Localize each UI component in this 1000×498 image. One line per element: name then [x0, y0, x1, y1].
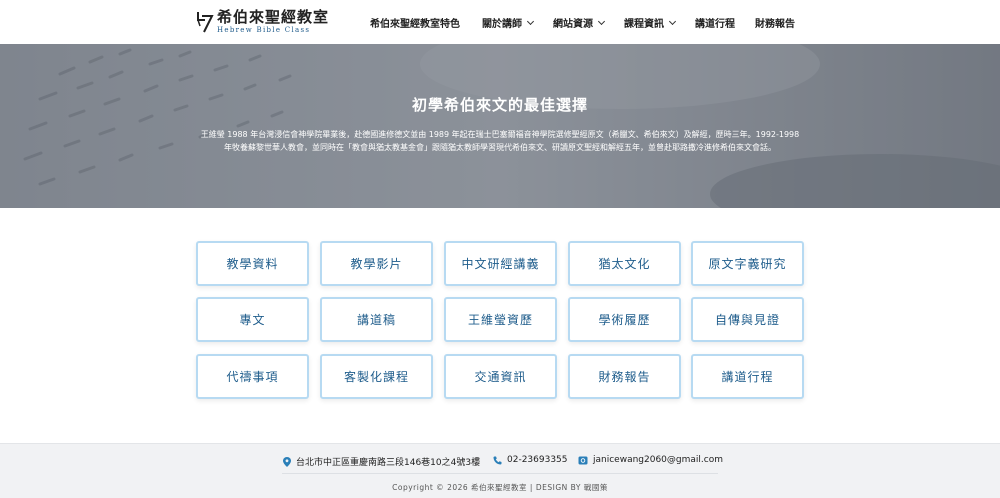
- tile-testimony[interactable]: 自傳與見證: [691, 297, 804, 342]
- tile-jewish-culture[interactable]: 猶太文化: [568, 241, 681, 286]
- tile-sermon-schedule[interactable]: 講道行程: [691, 354, 804, 399]
- footer-email[interactable]: janicewang2060@gmail.com: [578, 455, 723, 465]
- tile-academic-cv[interactable]: 學術履歷: [568, 297, 681, 342]
- tile-sermons[interactable]: 講道稿: [320, 297, 433, 342]
- tile-custom-courses[interactable]: 客製化課程: [320, 354, 433, 399]
- hero-description: 王維瑩 1988 年台灣浸信會神學院畢業後，赴德國進修德文並由 1989 年起在…: [200, 130, 800, 152]
- chevron-down-icon: [526, 17, 535, 25]
- footer-phone[interactable]: 02-23693355: [493, 455, 568, 465]
- site-header: 希伯來聖經教室 Hebrew Bible Class 希伯來聖經教室特色 關於講…: [0, 0, 1000, 44]
- tile-articles[interactable]: 專文: [196, 297, 309, 342]
- phone-icon: [493, 456, 502, 464]
- site-footer: 台北市中正區重慶南路三段146巷10之4號3樓 02-23693355 jani…: [0, 443, 1000, 498]
- tile-teaching-materials[interactable]: 教學資料: [196, 241, 309, 286]
- tile-word-study[interactable]: 原文字義研究: [691, 241, 804, 286]
- nav-item-courses[interactable]: 課程資訊: [624, 15, 677, 30]
- nav-item-sermon-schedule[interactable]: 講道行程: [695, 15, 735, 30]
- map-pin-icon: [283, 456, 291, 467]
- tile-financial-report[interactable]: 財務報告: [568, 354, 681, 399]
- site-logo[interactable]: 希伯來聖經教室 Hebrew Bible Class: [196, 8, 329, 36]
- tile-transport-info[interactable]: 交通資訊: [444, 354, 557, 399]
- tile-chinese-study-notes[interactable]: 中文研經講義: [444, 241, 557, 286]
- hero-title: 初學希伯來文的最佳選擇: [411, 96, 588, 114]
- nav-item-about-instructor[interactable]: 關於講師: [482, 15, 535, 30]
- nav-item-features[interactable]: 希伯來聖經教室特色: [370, 15, 460, 30]
- logo-mark-icon: [197, 12, 214, 33]
- copyright-text: Copyright © 2026 希伯來聖經教室 | DESIGN BY 戰國策: [392, 483, 608, 492]
- email-icon: [578, 456, 588, 464]
- tile-prayer-requests[interactable]: 代禱事項: [196, 354, 309, 399]
- nav-item-resources[interactable]: 網站資源: [553, 15, 606, 30]
- logo-subtitle: Hebrew Bible Class: [217, 26, 311, 34]
- chevron-down-icon: [597, 17, 606, 25]
- nav-item-financial-report[interactable]: 財務報告: [755, 15, 795, 30]
- footer-divider: [282, 473, 718, 474]
- logo-title: 希伯來聖經教室: [217, 8, 330, 26]
- tile-credentials[interactable]: 王維瑩資歷: [444, 297, 557, 342]
- tile-teaching-videos[interactable]: 教學影片: [320, 241, 433, 286]
- footer-address: 台北市中正區重慶南路三段146巷10之4號3樓: [283, 455, 480, 468]
- chevron-down-icon: [668, 17, 677, 25]
- hero-banner: 初學希伯來文的最佳選擇 王維瑩 1988 年台灣浸信會神學院畢業後，赴德國進修德…: [0, 44, 1000, 208]
